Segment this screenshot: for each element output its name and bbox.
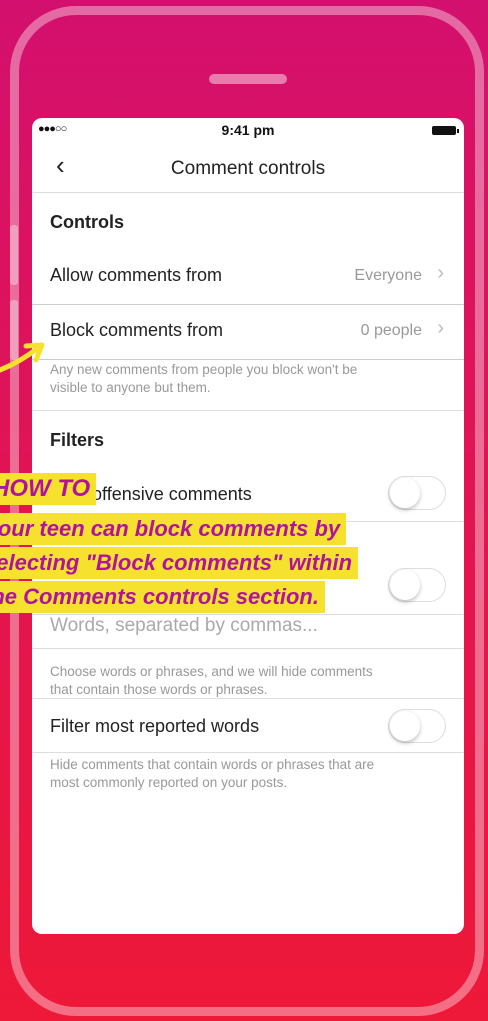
toggle-knob (390, 570, 420, 600)
words-helper-text: Choose words or phrases, and we will hid… (50, 664, 373, 697)
status-time: 9:41 pm (221, 122, 275, 138)
block-comments-value: 0 people (360, 322, 422, 339)
divider (32, 698, 464, 699)
filters-section-title: Filters (50, 430, 105, 450)
block-comments-label: Block comments from (50, 320, 224, 340)
side-button (10, 225, 18, 285)
divider (32, 752, 464, 753)
overlay-title: HOW TO (0, 473, 97, 505)
filter-reported-label: Filter most reported words (50, 716, 260, 736)
overlay-line-1: Your teen can block comments by (0, 513, 347, 545)
overlay-line-2: selecting "Block comments" within (0, 547, 359, 579)
filter-reported-toggle[interactable] (388, 709, 446, 743)
overlay-line-3: the Comments controls section. (0, 581, 325, 613)
chevron-right-icon: › (437, 262, 444, 284)
reported-helper-text: Hide comments that contain words or phra… (50, 757, 375, 790)
yellow-arrow-icon (0, 342, 45, 373)
phone-speaker (209, 74, 287, 84)
divider (32, 648, 464, 649)
nav-bar: ‹ Comment controls (32, 142, 464, 193)
chevron-right-icon: › (437, 317, 444, 339)
status-bar: ●●●○○ 9:41 pm (32, 118, 464, 142)
toggle-knob (390, 711, 420, 741)
battery-icon (432, 126, 459, 135)
block-comments-row[interactable]: Block comments from 0 people › (32, 304, 464, 360)
page-title: Comment controls (170, 158, 326, 179)
allow-comments-value: Everyone (354, 267, 422, 284)
block-helper-text: Any new comments from people you block w… (50, 362, 358, 395)
toggle-knob (390, 478, 420, 508)
manual-filter-toggle[interactable] (388, 568, 446, 602)
controls-section-title: Controls (50, 212, 124, 232)
divider (32, 410, 464, 411)
words-input[interactable]: Words, separated by commas... (50, 615, 318, 637)
allow-comments-label: Allow comments from (50, 265, 223, 285)
allow-comments-row[interactable]: Allow comments from Everyone › (32, 249, 464, 305)
hide-offensive-toggle[interactable] (388, 476, 446, 510)
